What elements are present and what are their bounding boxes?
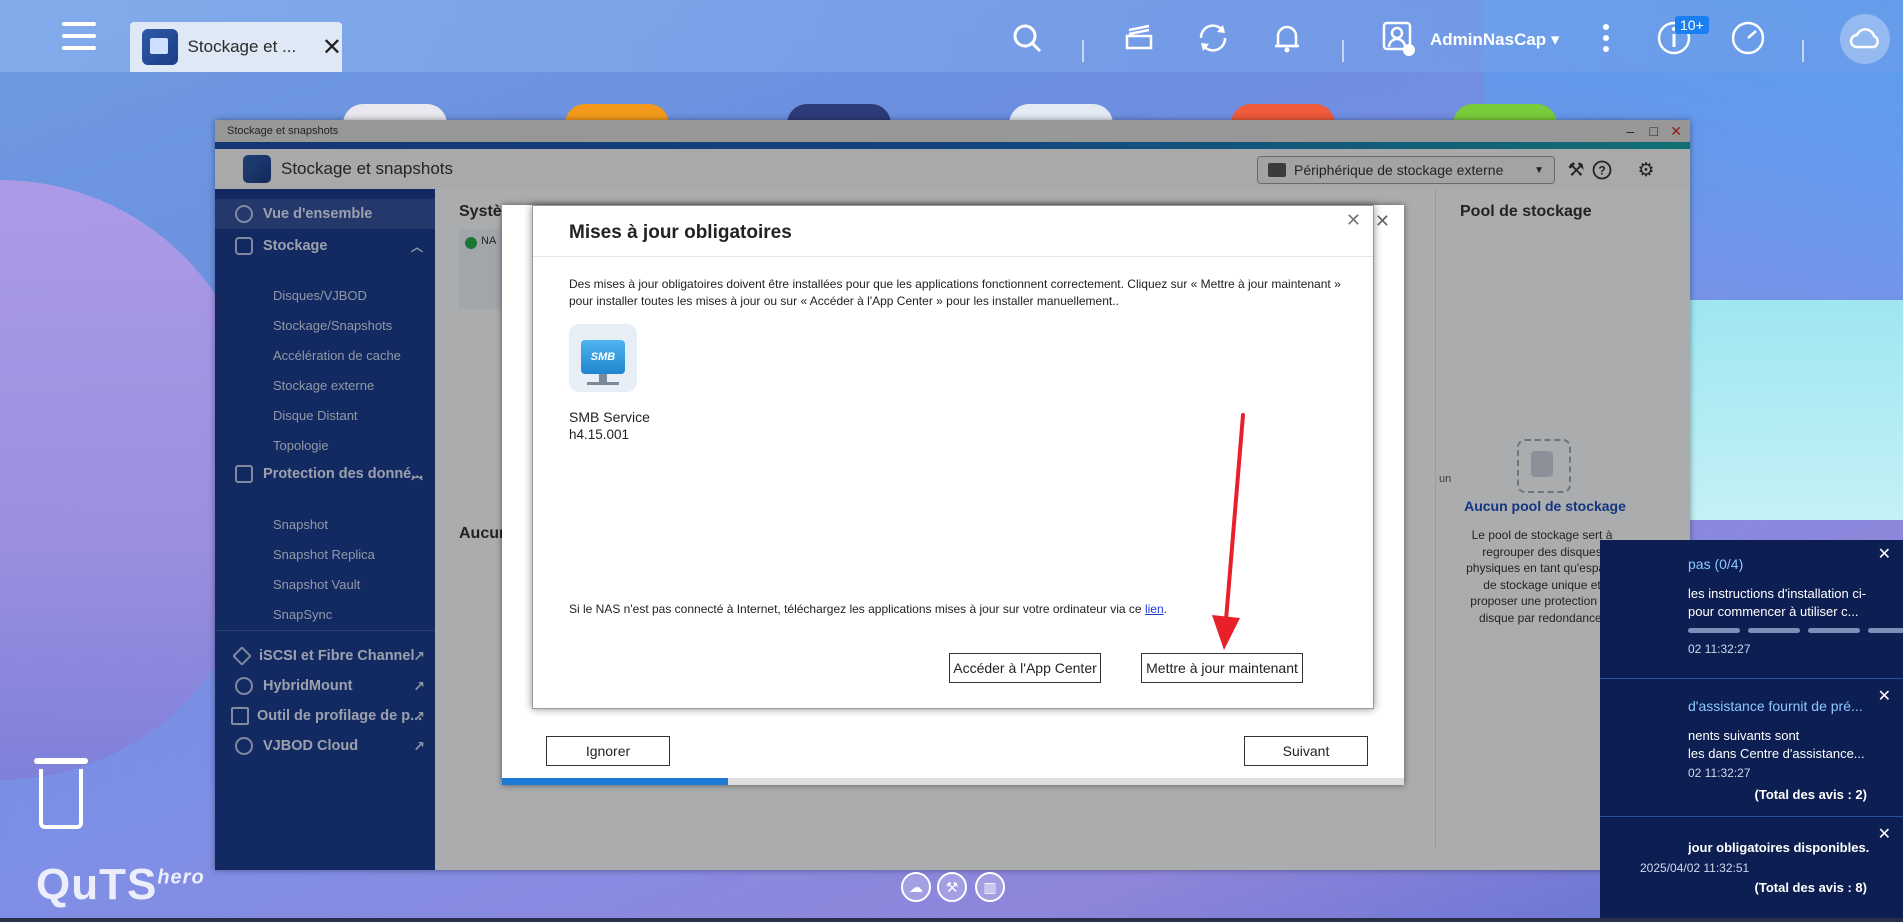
close-icon[interactable]: ✕: [1878, 686, 1891, 706]
notification-panel: pas (0/4) ✕ les instructions d'installat…: [1600, 540, 1903, 922]
bell-icon[interactable]: [1267, 18, 1307, 58]
app-tab-storage[interactable]: Stockage et ... ✕: [130, 22, 342, 72]
dialog-title: Mises à jour obligatoires: [569, 222, 792, 243]
dashboard-icon[interactable]: [1728, 18, 1768, 58]
notification-title: d'assistance fournit de pré...: [1688, 698, 1863, 714]
smb-folder-icon: SMB: [581, 340, 625, 374]
chevron-down-icon[interactable]: ▾: [1551, 30, 1560, 49]
dialog-divider: [533, 256, 1373, 257]
notification-item[interactable]: ✕ jour obligatoires disponibles. 2025/04…: [1600, 816, 1903, 922]
notification-time: 2025/04/02 11:32:51: [1640, 861, 1750, 875]
cloud-icon[interactable]: [1840, 14, 1890, 64]
notification-title: pas (0/4): [1688, 556, 1744, 572]
smb-stand: [599, 374, 607, 382]
annotation-arrow: [1212, 413, 1245, 650]
taskbar-divider: [1802, 40, 1804, 62]
notification-time: 02 11:32:27: [1688, 766, 1751, 780]
smb-app-icon: SMB: [569, 324, 637, 392]
app-name: SMB Service: [569, 409, 650, 425]
search-icon[interactable]: [1007, 18, 1047, 58]
menu-icon[interactable]: [62, 22, 96, 56]
wizard-progress-bar: [502, 778, 1404, 785]
notification-total: (Total des avis : 8): [1754, 880, 1867, 895]
ignore-button[interactable]: Ignorer: [546, 736, 670, 766]
dialog-description: Des mises à jour obligatoires doivent êt…: [569, 277, 1341, 308]
trash-icon[interactable]: [34, 758, 88, 832]
notification-time: 02 11:32:27: [1688, 642, 1751, 656]
bottom-strip: [0, 918, 1903, 922]
wizard-progress-fill: [502, 778, 728, 785]
tools-dock-icon[interactable]: ⚒: [937, 872, 967, 902]
notification-body: pour commencer à utiliser c...: [1688, 604, 1859, 619]
notification-body: jour obligatoires disponibles.: [1688, 840, 1870, 855]
more-icon[interactable]: [1586, 18, 1626, 58]
user-name[interactable]: AdminNasCap ▾: [1430, 30, 1559, 50]
cloud-dock-icon[interactable]: ☁: [901, 872, 931, 902]
close-icon[interactable]: ✕: [1375, 211, 1390, 232]
notification-progress: [1688, 628, 1903, 633]
offline-note-text: Si le NAS n'est pas connecté à Internet,…: [569, 602, 1145, 616]
task-icon[interactable]: [1119, 18, 1159, 58]
notification-body: les dans Centre d'assistance...: [1688, 746, 1865, 761]
notification-item[interactable]: pas (0/4) ✕ les instructions d'installat…: [1600, 540, 1903, 679]
brand-logo: QuTShero: [36, 860, 205, 909]
smb-base: [587, 382, 619, 385]
notification-item[interactable]: d'assistance fournit de pré... ✕ nents s…: [1600, 678, 1903, 817]
close-icon[interactable]: ✕: [322, 33, 342, 62]
notification-body: les instructions d'installation ci-: [1688, 586, 1867, 601]
notification-total: (Total des avis : 2): [1754, 787, 1867, 802]
taskbar-divider: [1082, 40, 1084, 62]
app-tab-label: Stockage et ...: [187, 37, 297, 56]
notification-badge: 10+: [1675, 16, 1709, 34]
sync-icon[interactable]: [1193, 18, 1233, 58]
app-center-button[interactable]: Accéder à l'App Center: [949, 653, 1101, 683]
taskbar: Stockage et ... ✕ AdminNasCap ▾ 10+: [0, 0, 1903, 72]
app-version: h4.15.001: [569, 427, 630, 442]
offline-note: Si le NAS n'est pas connecté à Internet,…: [569, 602, 1167, 616]
user-icon[interactable]: [1378, 18, 1418, 58]
notification-body: nents suivants sont: [1688, 728, 1800, 743]
book-dock-icon[interactable]: ▥: [975, 872, 1005, 902]
taskbar-divider: [1342, 40, 1344, 62]
offline-note-suffix: .: [1163, 602, 1167, 616]
close-icon[interactable]: ✕: [1346, 210, 1361, 231]
next-button[interactable]: Suivant: [1244, 736, 1368, 766]
storage-app-icon: [142, 29, 178, 65]
close-icon[interactable]: ✕: [1878, 544, 1891, 564]
download-link[interactable]: lien: [1145, 602, 1164, 616]
